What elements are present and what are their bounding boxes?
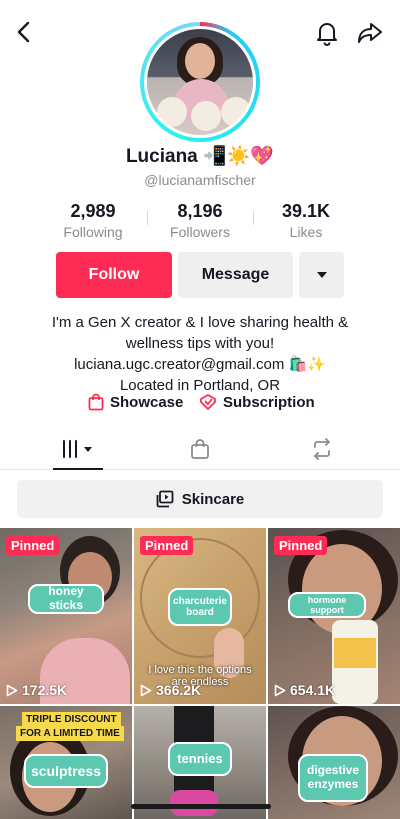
subscription-label: Subscription	[223, 393, 315, 411]
share-arrow-icon	[358, 23, 382, 43]
bio-email: luciana.ugc.creator@gmail.com 🛍️✨	[74, 356, 326, 373]
notifications-button[interactable]	[314, 20, 340, 46]
caret-down-icon	[316, 272, 327, 278]
view-count-value: 654.1K	[290, 682, 336, 698]
promo-banner-line: FOR A LIMITED TIME	[16, 726, 124, 741]
video-caption: tennies	[168, 742, 232, 776]
stat-following-value: 2,989	[70, 201, 116, 221]
video-thumbnail[interactable]: Pinned charcuterie board I love this the…	[134, 528, 266, 704]
profile-links: Showcase Subscription	[0, 393, 400, 415]
tab-videos[interactable]	[58, 436, 98, 462]
profile-name-emojis: 📲☀️💖	[203, 146, 275, 167]
shopping-bag-icon	[88, 393, 104, 411]
chevron-left-icon	[17, 21, 30, 43]
stat-followers-value: 8,196	[177, 201, 223, 221]
view-count: 366.2K	[140, 682, 201, 698]
back-button[interactable]	[12, 20, 36, 44]
play-icon	[140, 684, 152, 696]
video-thumbnail[interactable]: tennies	[134, 706, 266, 819]
video-grid: Pinned honey sticks 172.5K Pinned charcu…	[0, 528, 400, 819]
repost-icon	[314, 438, 330, 460]
bell-icon	[317, 23, 337, 46]
follow-button[interactable]: Follow	[56, 252, 172, 298]
bio-line: I'm a Gen X creator & I love sharing hea…	[51, 314, 349, 331]
video-grid-icon	[63, 440, 92, 458]
video-thumbnail[interactable]: Pinned hormone support 654.1K	[268, 528, 400, 704]
shopping-bag-icon	[191, 439, 209, 459]
video-thumbnail[interactable]: TRIPLE DISCOUNT FOR A LIMITED TIME sculp…	[0, 706, 132, 819]
pinned-badge: Pinned	[6, 536, 60, 555]
view-count-value: 172.5K	[22, 682, 68, 698]
bio-line: wellness tips with you!	[125, 335, 275, 352]
avatar-ring[interactable]	[140, 22, 260, 142]
profile-name-text: Luciana	[125, 146, 198, 167]
play-icon	[274, 684, 286, 696]
share-button[interactable]	[356, 20, 384, 46]
stat-likes[interactable]: 39.1K Likes	[251, 201, 361, 240]
view-count-value: 366.2K	[156, 682, 202, 698]
profile-name: Luciana 📲☀️💖	[0, 144, 400, 168]
stat-following-label: Following	[63, 224, 123, 240]
bio: I'm a Gen X creator & I love sharing hea…	[20, 312, 380, 396]
showcase-link[interactable]: Showcase	[88, 393, 183, 411]
video-caption: charcuterie board	[168, 588, 232, 626]
subscription-icon	[200, 394, 216, 410]
pinned-badge: Pinned	[274, 536, 328, 555]
playlist-skincare[interactable]: Skincare	[17, 480, 383, 518]
active-tab-indicator	[53, 468, 103, 470]
stat-likes-value: 39.1K	[281, 201, 331, 221]
pinned-badge: Pinned	[140, 536, 194, 555]
tab-shop[interactable]	[186, 436, 214, 462]
view-count: 654.1K	[274, 682, 335, 698]
showcase-label: Showcase	[110, 393, 184, 411]
playlist-label: Skincare	[181, 490, 245, 508]
content-tabs	[0, 428, 400, 470]
home-indicator[interactable]	[131, 804, 271, 809]
stat-likes-label: Likes	[289, 224, 323, 240]
video-caption: honey sticks	[28, 584, 104, 614]
stat-following[interactable]: 2,989 Following	[38, 201, 148, 240]
stat-followers[interactable]: 8,196 Followers	[145, 201, 255, 240]
play-icon	[6, 684, 18, 696]
video-thumbnail[interactable]: digestive enzymes	[268, 706, 400, 819]
subscription-link[interactable]: Subscription	[199, 393, 315, 411]
more-options-button[interactable]	[299, 252, 344, 298]
stat-followers-label: Followers	[170, 224, 230, 240]
playlist-icon	[156, 490, 174, 508]
promo-banner-line: TRIPLE DISCOUNT	[22, 712, 121, 727]
video-thumbnail[interactable]: Pinned honey sticks 172.5K	[0, 528, 132, 704]
view-count: 172.5K	[6, 682, 67, 698]
message-button[interactable]: Message	[178, 252, 293, 298]
video-caption: hormone support	[288, 592, 366, 618]
video-caption: sculptress	[24, 754, 108, 788]
avatar	[144, 26, 256, 138]
profile-stats: 2,989 Following 8,196 Followers 39.1K Li…	[0, 201, 400, 241]
profile-handle: @lucianamfischer	[144, 172, 256, 188]
video-caption: digestive enzymes	[298, 754, 368, 802]
tab-reposts[interactable]	[308, 436, 336, 462]
